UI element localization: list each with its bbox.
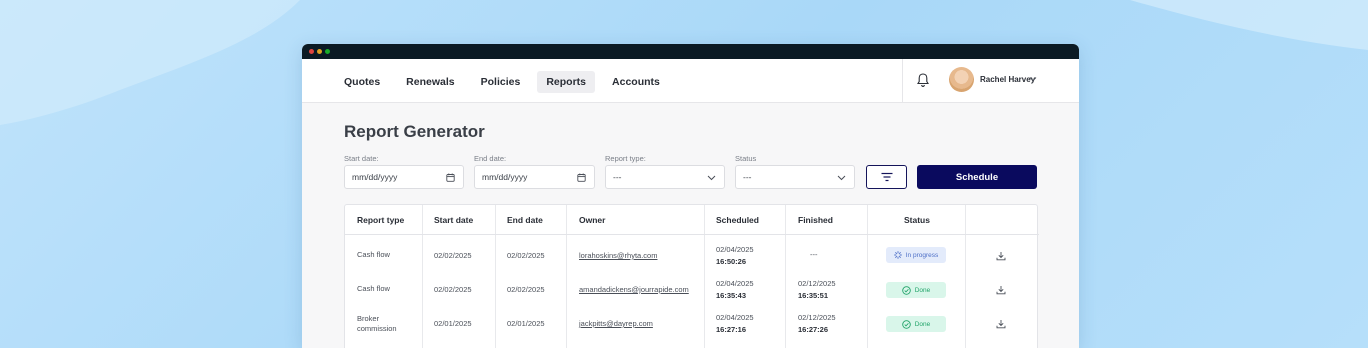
column-divider bbox=[566, 205, 567, 348]
header-report-type[interactable]: Report type bbox=[357, 205, 404, 234]
cell-owner[interactable]: jackpitts@dayrep.com bbox=[579, 319, 653, 329]
cell-report-type-line2: commission bbox=[357, 324, 397, 333]
cell-scheduled-time: 16:27:16 bbox=[716, 325, 747, 334]
end-date-label: End date: bbox=[474, 154, 507, 163]
schedule-button[interactable]: Schedule bbox=[917, 165, 1037, 189]
minimize-window-dot[interactable] bbox=[317, 49, 322, 54]
status-text: Done bbox=[914, 286, 931, 294]
column-divider bbox=[785, 205, 786, 348]
owner-email-link[interactable]: jackpitts@dayrep.com bbox=[579, 319, 653, 328]
status-badge: Done bbox=[886, 316, 946, 332]
column-divider bbox=[704, 205, 705, 348]
window-titlebar bbox=[302, 44, 1079, 59]
header-scheduled[interactable]: Scheduled bbox=[716, 205, 759, 234]
status-text: Done bbox=[914, 320, 931, 328]
cell-end-date: 02/02/2025 bbox=[507, 251, 545, 260]
reports-table: Report type Start date End date Owner Sc… bbox=[344, 204, 1039, 348]
nav-divider bbox=[902, 59, 903, 103]
report-type-select[interactable]: --- bbox=[605, 165, 725, 189]
check-circle-icon bbox=[901, 285, 911, 295]
top-navigation: Quotes Renewals Policies Reports Account… bbox=[302, 59, 1079, 103]
check-circle-icon bbox=[901, 319, 911, 329]
cell-scheduled-time: 16:35:43 bbox=[716, 291, 747, 300]
cell-start-date: 02/01/2025 bbox=[434, 319, 472, 328]
cell-scheduled-date: 02/04/2025 bbox=[716, 313, 754, 322]
cell-scheduled-time: 16:50:26 bbox=[716, 257, 747, 266]
chevron-down-icon[interactable] bbox=[707, 173, 716, 182]
nav-renewals[interactable]: Renewals bbox=[397, 71, 463, 93]
cell-owner[interactable]: amandadickens@jourrapide.com bbox=[579, 285, 689, 295]
cell-scheduled-date: 02/04/2025 bbox=[716, 245, 754, 254]
status-badge: In progress bbox=[886, 247, 946, 263]
cell-start-date: 02/02/2025 bbox=[434, 251, 472, 260]
bell-icon[interactable] bbox=[916, 72, 930, 88]
header-divider bbox=[345, 234, 1039, 235]
status-select[interactable]: --- bbox=[735, 165, 855, 189]
nav-links: Quotes Renewals Policies Reports Account… bbox=[335, 71, 677, 93]
chevron-down-icon[interactable] bbox=[837, 173, 846, 182]
cell-start-date: 02/02/2025 bbox=[434, 285, 472, 294]
cell-owner[interactable]: lorahoskins@rhyta.com bbox=[579, 251, 657, 261]
header-finished[interactable]: Finished bbox=[798, 205, 833, 234]
status-label: Status bbox=[735, 154, 757, 163]
nav-accounts[interactable]: Accounts bbox=[603, 71, 669, 93]
column-divider bbox=[965, 205, 966, 348]
status-value: --- bbox=[743, 172, 752, 182]
nav-quotes[interactable]: Quotes bbox=[335, 71, 389, 93]
report-type-value: --- bbox=[613, 172, 622, 182]
download-icon[interactable] bbox=[996, 319, 1006, 329]
column-divider bbox=[867, 205, 868, 348]
header-start-date[interactable]: Start date bbox=[434, 205, 473, 234]
cell-finished-date: 02/12/2025 bbox=[798, 313, 836, 322]
column-divider bbox=[422, 205, 423, 348]
status-text: In progress bbox=[905, 251, 939, 259]
filter-button[interactable] bbox=[866, 165, 907, 189]
cell-end-date: 02/02/2025 bbox=[507, 285, 545, 294]
cell-finished: --- bbox=[810, 250, 818, 259]
owner-email-link[interactable]: amandadickens@jourrapide.com bbox=[579, 285, 689, 294]
page-title: Report Generator bbox=[344, 122, 485, 141]
start-date-field[interactable]: mm/dd/yyyy bbox=[344, 165, 464, 189]
cell-finished-time: 16:35:51 bbox=[798, 291, 829, 300]
header-owner[interactable]: Owner bbox=[579, 205, 605, 234]
start-date-label: Start date: bbox=[344, 154, 379, 163]
report-type-label: Report type: bbox=[605, 154, 646, 163]
nav-reports[interactable]: Reports bbox=[537, 71, 596, 93]
cell-report-type-line1: Broker bbox=[357, 314, 380, 323]
cell-finished-time: 16:27:26 bbox=[798, 325, 829, 334]
cell-finished-date: 02/12/2025 bbox=[798, 279, 836, 288]
cell-report-type: Cash flow bbox=[357, 284, 390, 293]
maximize-window-dot[interactable] bbox=[325, 49, 330, 54]
main-content: Report Generator Start date: mm/dd/yyyy … bbox=[302, 103, 1079, 348]
avatar[interactable] bbox=[949, 67, 974, 92]
header-end-date[interactable]: End date bbox=[507, 205, 543, 234]
download-icon[interactable] bbox=[996, 285, 1006, 295]
close-window-dot[interactable] bbox=[309, 49, 314, 54]
user-name[interactable]: Rachel Harvey bbox=[980, 75, 1035, 84]
calendar-icon[interactable] bbox=[577, 173, 586, 182]
download-icon[interactable] bbox=[996, 251, 1006, 261]
header-status[interactable]: Status bbox=[904, 205, 930, 234]
cell-scheduled-date: 02/04/2025 bbox=[716, 279, 754, 288]
cell-report-type: Cash flow bbox=[357, 250, 390, 259]
owner-email-link[interactable]: lorahoskins@rhyta.com bbox=[579, 251, 657, 260]
start-date-placeholder: mm/dd/yyyy bbox=[352, 172, 398, 182]
calendar-icon[interactable] bbox=[446, 173, 455, 182]
cell-end-date: 02/01/2025 bbox=[507, 319, 545, 328]
status-badge: Done bbox=[886, 282, 946, 298]
column-divider bbox=[495, 205, 496, 348]
end-date-placeholder: mm/dd/yyyy bbox=[482, 172, 528, 182]
filter-icon bbox=[881, 172, 893, 182]
chevron-down-icon[interactable] bbox=[1029, 75, 1037, 83]
end-date-field[interactable]: mm/dd/yyyy bbox=[474, 165, 595, 189]
nav-policies[interactable]: Policies bbox=[472, 71, 530, 93]
spinner-icon bbox=[893, 251, 902, 259]
app-window: Quotes Renewals Policies Reports Account… bbox=[302, 44, 1079, 348]
